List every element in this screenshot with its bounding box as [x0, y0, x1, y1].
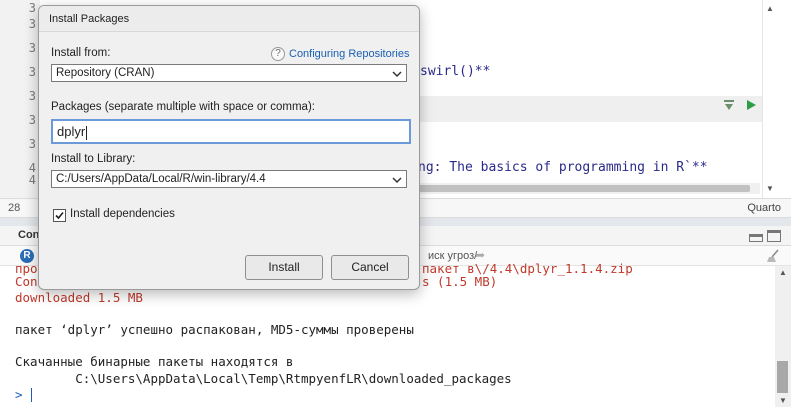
- install-packages-dialog: Install Packages Install from: ? Configu…: [38, 5, 420, 290]
- dialog-titlebar[interactable]: Install Packages: [39, 6, 419, 32]
- install-button[interactable]: Install: [245, 255, 323, 280]
- console-caret: [31, 388, 32, 402]
- console-output-line: downloaded 1.5 MB: [15, 290, 143, 305]
- chevron-down-icon: [392, 174, 402, 184]
- line-number: 3: [28, 113, 36, 127]
- console-prompt[interactable]: >: [15, 387, 23, 402]
- help-icon[interactable]: ?: [271, 47, 285, 61]
- scroll-up-icon[interactable]: ▲: [779, 268, 787, 277]
- console-output-line: s (1.5 MB): [422, 274, 498, 289]
- install-from-select[interactable]: Repository (CRAN): [51, 64, 407, 82]
- broom-icon[interactable]: [766, 249, 780, 263]
- scrollbar-thumb[interactable]: [777, 361, 788, 393]
- tab-console[interactable]: Con: [18, 229, 39, 241]
- run-chunk-icon[interactable]: [744, 98, 758, 112]
- configuring-repositories-link[interactable]: Configuring Repositories: [289, 48, 409, 60]
- document-type-selector[interactable]: Quarto: [747, 202, 781, 214]
- packages-input[interactable]: dplyr: [51, 119, 411, 144]
- library-value: C:/Users/AppData/Local/R/win-library/4.4: [56, 173, 266, 185]
- line-number: 3: [28, 1, 36, 15]
- scroll-up-icon[interactable]: ▲: [766, 4, 774, 13]
- minimize-icon[interactable]: [749, 234, 763, 242]
- scroll-down-icon[interactable]: ▼: [779, 396, 787, 405]
- line-number: 4: [28, 173, 36, 187]
- editor-scrollbar[interactable]: ▲ ▼: [762, 0, 791, 198]
- cursor-position: 28: [8, 202, 21, 214]
- line-number: 3: [28, 137, 36, 151]
- install-from-label: Install from:: [51, 47, 111, 59]
- install-dependencies-checkbox[interactable]: [53, 209, 66, 222]
- line-number: 3: [28, 41, 36, 55]
- maximize-icon[interactable]: [767, 230, 781, 242]
- console-output-line: C:\Users\AppData\Local\Temp\RtmpyenfLR\d…: [15, 371, 512, 386]
- scroll-down-icon[interactable]: ▼: [766, 184, 774, 193]
- scrollbar-thumb[interactable]: [370, 185, 750, 192]
- line-number: 3: [28, 17, 36, 31]
- cancel-button[interactable]: Cancel: [331, 255, 409, 280]
- line-number-gutter: 3 3 3 3 3 3 3 4 4: [0, 0, 40, 198]
- dialog-title: Install Packages: [49, 13, 130, 25]
- forward-arrow-icon[interactable]: ➦: [475, 248, 485, 262]
- library-select[interactable]: C:/Users/AppData/Local/R/win-library/4.4: [51, 170, 407, 188]
- code-line[interactable]: ng: The basics of programming in R`**: [418, 160, 708, 175]
- packages-input-value: dplyr: [57, 124, 86, 139]
- code-line[interactable]: swirl()**: [420, 64, 490, 79]
- packages-label: Packages (separate multiple with space o…: [51, 101, 315, 113]
- chevron-down-icon: [392, 68, 402, 78]
- install-from-value: Repository (CRAN): [56, 67, 155, 79]
- install-to-library-label: Install to Library:: [51, 153, 136, 165]
- console-output-line: пакет ‘dplyr’ успешно распакован, MD5-су…: [15, 322, 414, 337]
- line-number: 3: [28, 65, 36, 79]
- checkmark-icon: [55, 211, 64, 220]
- chunk-settings-icon[interactable]: [722, 98, 736, 112]
- text-caret: [86, 125, 88, 140]
- install-dependencies-label[interactable]: Install dependencies: [70, 208, 175, 220]
- console-scrollbar[interactable]: ▲ ▼: [775, 266, 791, 407]
- console-output-line: Скачанные бинарные пакеты находятся в: [15, 354, 294, 369]
- line-number: 3: [28, 89, 36, 103]
- console-output-line: Con: [15, 274, 38, 289]
